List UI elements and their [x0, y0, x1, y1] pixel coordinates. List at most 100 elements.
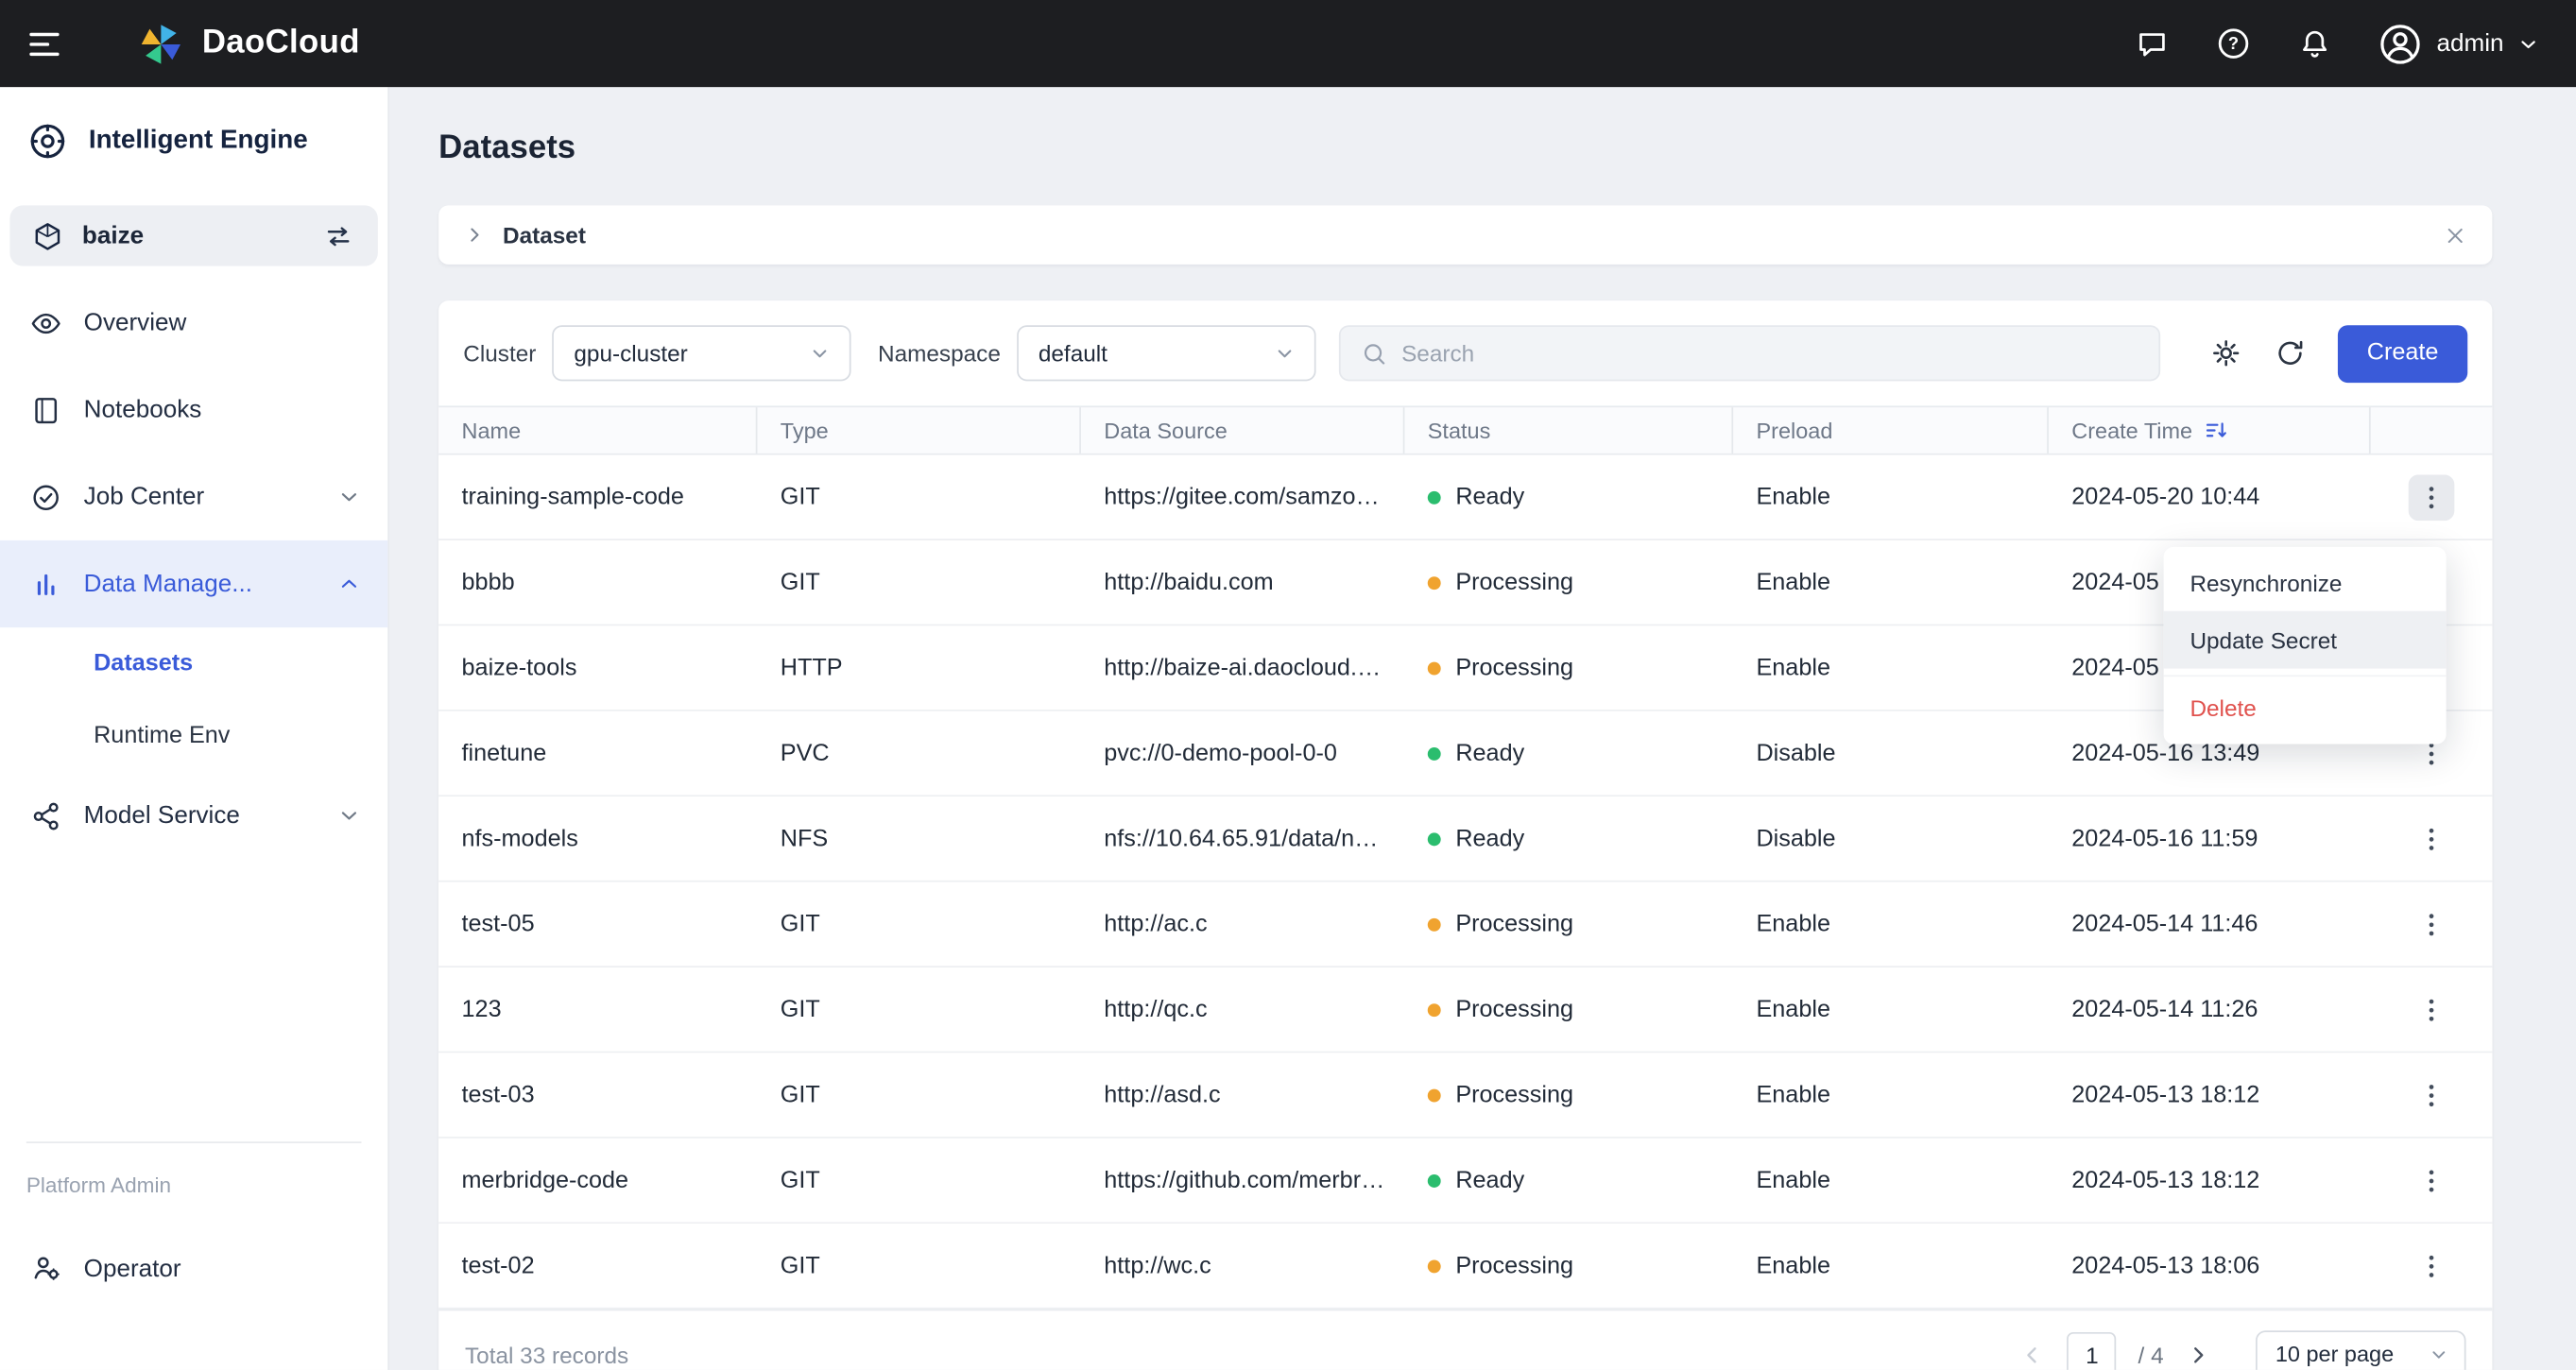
cell-preload: Enable — [1756, 1167, 1830, 1194]
row-actions-kebab-button[interactable] — [2409, 815, 2455, 862]
status-dot — [1427, 831, 1441, 846]
column-header-name[interactable]: Name — [438, 407, 758, 454]
brand: DaoCloud — [136, 19, 360, 68]
help-icon[interactable]: ? — [2215, 25, 2253, 62]
column-header-create-time[interactable]: Create Time — [2049, 407, 2371, 454]
cell-preload: Enable — [1756, 1081, 1830, 1108]
cell-status: Ready — [1404, 826, 1733, 851]
cluster-label: Cluster — [463, 339, 537, 367]
chevron-up-icon — [336, 572, 361, 596]
row-actions-kebab-button[interactable] — [2409, 1242, 2455, 1289]
sidebar-item-model-service[interactable]: Model Service — [0, 772, 387, 859]
refresh-icon[interactable] — [2274, 336, 2307, 369]
column-settings-gear-icon[interactable] — [2209, 336, 2242, 369]
sidebar-subitem-runtime-env[interactable]: Runtime Env — [0, 700, 387, 772]
row-actions-kebab-button[interactable] — [2409, 1071, 2455, 1118]
dataset-collapse-panel[interactable]: Dataset — [438, 205, 2493, 265]
chevron-down-icon — [1272, 340, 1298, 367]
search-input[interactable] — [1401, 339, 2139, 367]
datasets-card: Cluster gpu-cluster Namespace default Se… — [438, 300, 2493, 1370]
sidebar-item-job-center[interactable]: Job Center — [0, 454, 387, 540]
cell-type: GIT — [780, 569, 820, 596]
page-number-input[interactable] — [2067, 1331, 2117, 1370]
chat-icon[interactable] — [2135, 26, 2171, 61]
pagination: / 4 10 per page — [2019, 1329, 2466, 1370]
table-footer: Total 33 records / 4 10 per page — [438, 1309, 2493, 1370]
menu-item-update-secret[interactable]: Update Secret — [2163, 610, 2447, 669]
column-header-preload[interactable]: Preload — [1733, 407, 2049, 454]
column-header-data-source[interactable]: Data Source — [1081, 407, 1405, 454]
total-records-label: Total 33 records — [465, 1341, 629, 1368]
sidebar-item-data-management[interactable]: Data Manage... — [0, 539, 388, 628]
cluster-select-value: gpu-cluster — [574, 339, 688, 367]
cell-type: GIT — [780, 1167, 820, 1194]
sidebar-subitem-label: Datasets — [94, 650, 194, 677]
close-icon[interactable] — [2443, 223, 2467, 248]
row-actions-kebab-button[interactable] — [2409, 901, 2455, 948]
namespace-label: Namespace — [877, 339, 1001, 367]
sidebar-item-notebooks[interactable]: Notebooks — [0, 367, 387, 454]
cell-name: test-03 — [461, 1081, 535, 1108]
sidebar-divider — [26, 1141, 362, 1144]
brand-name: DaoCloud — [201, 25, 360, 61]
sidebar-subitem-label: Runtime Env — [94, 722, 231, 749]
cell-data-source: http://wc.c — [1104, 1252, 1211, 1279]
user-menu[interactable]: admin — [2378, 21, 2540, 67]
workspace-selector[interactable]: baize — [9, 205, 378, 266]
column-header-status[interactable]: Status — [1404, 407, 1734, 454]
page-total-label: / 4 — [2138, 1341, 2164, 1368]
cell-create-time: 2024-05-13 18:06 — [2071, 1252, 2260, 1279]
sidebar-subitem-datasets[interactable]: Datasets — [0, 627, 387, 699]
next-page-icon[interactable] — [2185, 1342, 2211, 1368]
cell-status: Ready — [1404, 740, 1733, 766]
namespace-select[interactable]: default — [1017, 325, 1316, 382]
row-context-menu: Resynchronize Update Secret Delete — [2163, 546, 2447, 745]
svg-text:?: ? — [2228, 33, 2239, 53]
row-actions-kebab-button[interactable] — [2409, 986, 2455, 1033]
table-row: merbridge-code GIT https://github.com/me… — [438, 1138, 2493, 1224]
cell-preload: Enable — [1756, 483, 1830, 510]
job-center-icon — [29, 481, 62, 514]
chevron-down-icon — [336, 803, 361, 828]
data-management-icon — [29, 568, 62, 601]
table-row: 123 GIT http://qc.c Processing Enable 20… — [438, 967, 2493, 1053]
create-button[interactable]: Create — [2337, 324, 2468, 383]
user-name: admin — [2436, 29, 2504, 58]
column-header-actions — [2371, 407, 2493, 454]
cell-create-time: 2024-05-16 11:59 — [2071, 825, 2258, 852]
row-actions-kebab-button[interactable] — [2408, 473, 2455, 521]
model-service-icon — [29, 799, 62, 832]
table-row: training-sample-code GIT https://gitee.c… — [438, 454, 2493, 540]
status-dot — [1427, 746, 1441, 761]
sidebar-item-label: Data Manage... — [83, 570, 252, 598]
previous-page-icon[interactable] — [2019, 1342, 2046, 1368]
cell-preload: Disable — [1756, 740, 1836, 767]
bell-icon[interactable] — [2297, 26, 2333, 61]
module-header: Intelligent Engine — [0, 87, 387, 185]
switch-workspace-icon[interactable] — [322, 219, 355, 252]
status-dot — [1427, 1173, 1441, 1188]
search-box — [1339, 325, 2161, 382]
table-row: test-03 GIT http://asd.c Processing Enab… — [438, 1053, 2493, 1139]
status-label: Ready — [1455, 740, 1525, 767]
status-label: Processing — [1455, 654, 1574, 681]
cell-data-source: http://qc.c — [1104, 996, 1208, 1023]
sort-descending-icon[interactable] — [2203, 418, 2229, 444]
status-dot — [1427, 916, 1441, 931]
per-page-value: 10 per page — [2275, 1342, 2395, 1367]
row-actions-kebab-button[interactable] — [2409, 1157, 2455, 1204]
per-page-select[interactable]: 10 per page — [2255, 1329, 2466, 1370]
cluster-select[interactable]: gpu-cluster — [552, 325, 852, 382]
cell-name: test-05 — [461, 911, 535, 937]
workspace-icon — [31, 219, 64, 252]
sidebar-item-operator[interactable]: Operator — [0, 1230, 387, 1306]
sidebar-item-label: Job Center — [83, 483, 205, 511]
sidebar-collapse-icon[interactable] — [25, 24, 64, 63]
menu-item-delete[interactable]: Delete — [2163, 675, 2447, 738]
cell-data-source: pvc://0-demo-pool-0-0 — [1104, 740, 1337, 767]
menu-item-resynchronize[interactable]: Resynchronize — [2164, 554, 2447, 611]
column-header-type[interactable]: Type — [757, 407, 1081, 454]
workspace-label: baize — [81, 221, 145, 250]
chevron-right-icon — [463, 223, 486, 246]
sidebar-item-overview[interactable]: Overview — [0, 280, 387, 367]
